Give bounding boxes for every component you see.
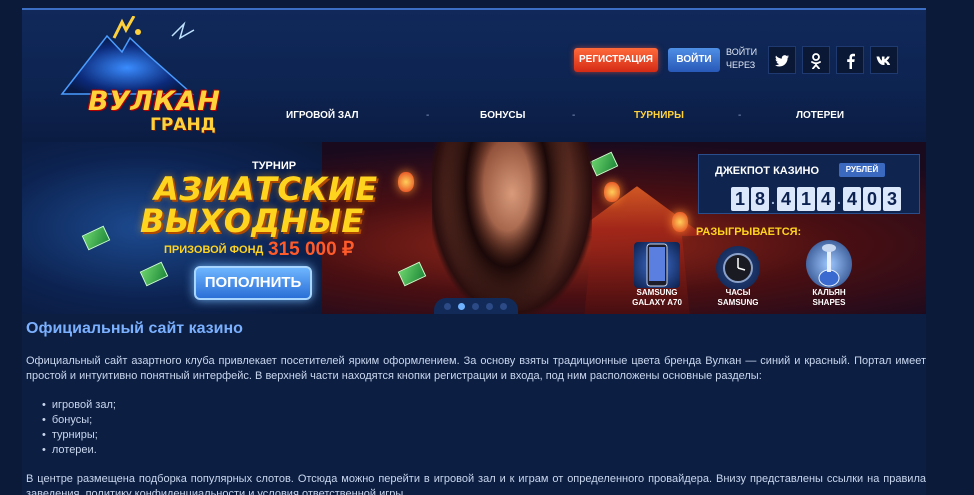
- jackpot-digit: 1: [731, 187, 749, 211]
- register-button[interactable]: РЕГИСТРАЦИЯ: [574, 48, 658, 72]
- vk-button[interactable]: [870, 46, 898, 74]
- login-button[interactable]: ВОЙТИ: [668, 48, 720, 72]
- watch-prize-image: [716, 246, 760, 290]
- lantern-icon: [604, 182, 620, 202]
- cash-decoration-icon: [397, 261, 427, 287]
- casino-logo[interactable]: ВУЛКАН ГРАНД: [52, 16, 220, 136]
- prize-caption-phone: SAMSUNG GALAXY A70: [622, 288, 692, 308]
- article-paragraph: Официальный сайт азартного клуба привлек…: [26, 355, 926, 382]
- article-content: Официальный сайт казино Официальный сайт…: [26, 320, 926, 495]
- prize-caption-line2: GALAXY A70: [632, 298, 682, 307]
- slider-pagination: [434, 298, 518, 314]
- smartphone-icon: [646, 243, 668, 287]
- nav-item-game-hall[interactable]: ИГРОВОЙ ЗАЛ: [286, 110, 359, 121]
- list-item: лотереи.: [42, 443, 926, 458]
- banner-title-line2: ВЫХОДНЫЕ: [140, 202, 364, 240]
- twitter-button[interactable]: [768, 46, 796, 74]
- lantern-icon: [672, 212, 688, 232]
- slider-dot[interactable]: [444, 303, 451, 310]
- slider-dot[interactable]: [472, 303, 479, 310]
- main-nav: ИГРОВОЙ ЗАЛ - БОНУСЫ - ТУРНИРЫ - ЛОТЕРЕИ: [252, 110, 872, 128]
- odnoklassniki-icon: [811, 53, 821, 70]
- jackpot-digit: 4: [843, 187, 861, 211]
- prizes-label: РАЗЫГРЫВАЕТСЯ:: [696, 226, 802, 238]
- odnoklassniki-button[interactable]: [802, 46, 830, 74]
- topup-button[interactable]: ПОПОЛНИТЬ: [194, 266, 312, 300]
- prize-caption-line2: SAMSUNG: [717, 298, 759, 307]
- prize-caption-line1: SAMSUNG: [636, 288, 678, 297]
- list-item: турниры;: [42, 428, 926, 443]
- site-header: ВУЛКАН ГРАНД РЕГИСТРАЦИЯ ВОЙТИ ВОЙТИ ЧЕР…: [22, 10, 926, 142]
- jackpot-separator: .: [837, 191, 841, 207]
- logo-word: ВУЛКАН: [88, 86, 221, 117]
- list-item: бонусы;: [42, 413, 926, 428]
- cash-decoration-icon: [589, 151, 619, 177]
- jackpot-digit: 4: [777, 187, 795, 211]
- phone-prize-image: [634, 242, 680, 288]
- facebook-icon: [846, 53, 855, 69]
- site-container: ВУЛКАН ГРАНД РЕГИСТРАЦИЯ ВОЙТИ ВОЙТИ ЧЕР…: [22, 8, 926, 495]
- facebook-button[interactable]: [836, 46, 864, 74]
- prize-fund-value: 315 000 ₽: [268, 239, 355, 260]
- jackpot-currency-button[interactable]: РУБЛЕЙ: [839, 163, 885, 177]
- page-title: Официальный сайт казино: [26, 320, 243, 337]
- jackpot-separator: .: [771, 191, 775, 207]
- jackpot-digit: 4: [817, 187, 835, 211]
- nav-separator: -: [426, 110, 430, 121]
- jackpot-digit: 0: [863, 187, 881, 211]
- hookah-prize-image: [806, 240, 852, 288]
- slider-dot-active[interactable]: [458, 303, 465, 310]
- jackpot-label: ДЖЕКПОТ КАЗИНО: [715, 165, 820, 177]
- hookah-icon: [818, 244, 840, 287]
- article-paragraph: В центре размещена подборка популярных с…: [26, 473, 926, 495]
- watch-icon: [723, 253, 753, 283]
- list-item: игровой зал;: [42, 398, 926, 413]
- nav-item-lotteries[interactable]: ЛОТЕРЕИ: [796, 110, 844, 121]
- prize-fund-label: ПРИЗОВОЙ ФОНД: [164, 244, 264, 256]
- login-via-label: ВОЙТИ ЧЕРЕЗ: [726, 47, 758, 70]
- logo-subtitle: ГРАНД: [150, 115, 216, 135]
- prize-caption-line1: КАЛЬЯН: [812, 288, 846, 297]
- nav-item-bonuses[interactable]: БОНУСЫ: [480, 110, 525, 121]
- prize-caption-watch: ЧАСЫ SAMSUNG: [708, 288, 768, 308]
- jackpot-digit: 1: [797, 187, 815, 211]
- sections-list: игровой зал; бонусы; турниры; лотереи.: [42, 398, 926, 458]
- vk-icon: [876, 56, 891, 65]
- nav-item-tournaments[interactable]: ТУРНИРЫ: [634, 110, 684, 121]
- nav-separator: -: [572, 110, 576, 121]
- jackpot-digit: 3: [883, 187, 901, 211]
- prize-caption-hookah: КАЛЬЯН SHAPES: [798, 288, 860, 308]
- promo-banner[interactable]: ТУРНИР АЗИАТСКИЕ ВЫХОДНЫЕ ПРИЗОВОЙ ФОНД …: [22, 142, 926, 314]
- twitter-icon: [775, 55, 789, 67]
- lantern-icon: [398, 172, 414, 192]
- prize-caption-line1: ЧАСЫ: [725, 288, 751, 297]
- slider-dot[interactable]: [500, 303, 507, 310]
- model-hair-image: [442, 142, 572, 314]
- prize-caption-line2: SHAPES: [812, 298, 846, 307]
- slider-dot[interactable]: [486, 303, 493, 310]
- nav-separator: -: [738, 110, 742, 121]
- jackpot-widget: ДЖЕКПОТ КАЗИНО РУБЛЕЙ 1 8 . 4 1 4 . 4 0 …: [698, 154, 920, 214]
- jackpot-digit: 8: [751, 187, 769, 211]
